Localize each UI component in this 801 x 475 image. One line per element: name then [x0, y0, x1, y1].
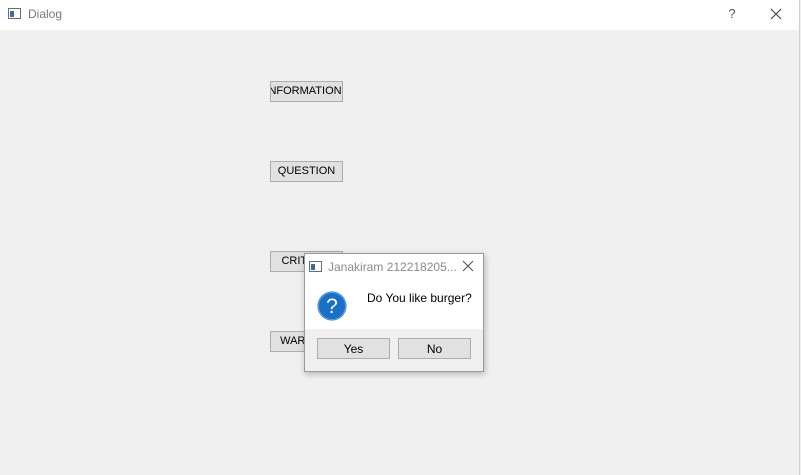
- app-window-icon: [8, 8, 21, 19]
- message-box-title: Janakiram 212218205...: [328, 260, 457, 274]
- close-icon: [462, 260, 474, 272]
- message-box-close-button[interactable]: [460, 258, 476, 274]
- information-button-label: INFORMATION: [270, 85, 342, 97]
- message-box-titlebar[interactable]: Janakiram 212218205...: [305, 254, 483, 279]
- message-box-content: ? Do You like burger?: [305, 279, 483, 329]
- main-dialog-window: Dialog ? INFORMATION QUESTION CRITICAL W…: [0, 0, 800, 475]
- information-button[interactable]: INFORMATION: [270, 81, 343, 102]
- yes-button[interactable]: Yes: [317, 338, 390, 359]
- question-icon: ?: [317, 291, 347, 321]
- question-message-box: Janakiram 212218205... ? Do You like bur…: [304, 253, 484, 372]
- close-icon: [770, 8, 782, 20]
- close-button[interactable]: [760, 0, 792, 30]
- message-box-app-icon: [309, 261, 322, 272]
- message-box-text: Do You like burger?: [367, 291, 472, 305]
- help-button[interactable]: ?: [718, 0, 746, 30]
- no-button[interactable]: No: [398, 338, 471, 359]
- window-titlebar[interactable]: Dialog ?: [0, 0, 799, 30]
- svg-text:?: ?: [326, 295, 338, 318]
- question-button[interactable]: QUESTION: [270, 161, 343, 182]
- question-button-label: QUESTION: [277, 165, 336, 177]
- window-title: Dialog: [28, 7, 63, 21]
